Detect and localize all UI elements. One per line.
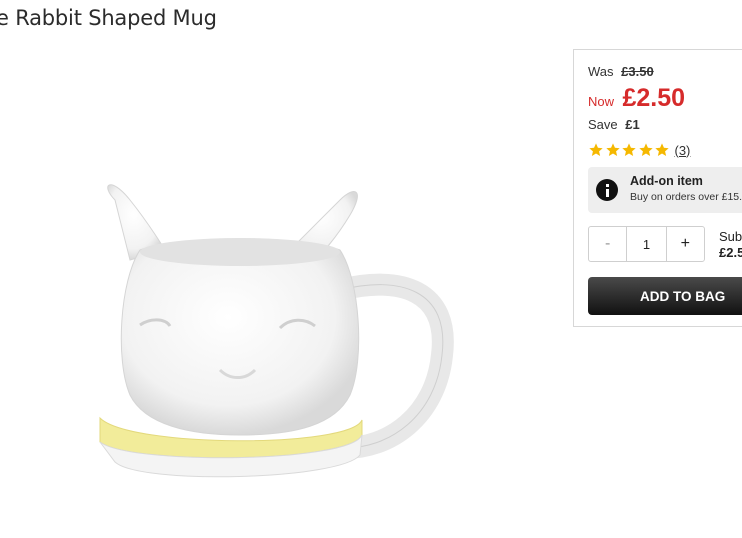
star-rating: (3) [588, 142, 690, 158]
addon-title: Add-on item [630, 174, 703, 188]
was-price-row: Was £3.50 [588, 64, 654, 79]
subtotal-label: Subt [719, 229, 742, 244]
now-price: £2.50 [622, 84, 686, 112]
star-icon [622, 143, 636, 156]
star-icon [605, 143, 620, 156]
was-label: Was [588, 64, 614, 79]
was-price: £3.50 [621, 64, 654, 79]
star-icon [655, 143, 669, 156]
product-image [99, 184, 454, 478]
price-panel: Was £3.50 Now £2.50 Save £1 (3) Add-on i… [573, 49, 742, 327]
decrement-button[interactable]: - [589, 227, 626, 261]
quantity-input[interactable]: 1 [626, 227, 667, 261]
review-count-link[interactable]: (3) [675, 143, 691, 158]
star-icon [638, 143, 653, 156]
save-amount: £1 [625, 117, 640, 132]
now-label: Now [588, 94, 615, 109]
save-row: Save £1 [588, 117, 640, 132]
quantity-stepper: - 1 + [588, 226, 705, 262]
product-title: e Rabbit Shaped Mug [0, 6, 217, 30]
save-label: Save [588, 117, 618, 132]
addon-subtitle: Buy on orders over £15. [630, 191, 742, 203]
info-icon [596, 179, 618, 201]
subtotal-amount: £2.5 [719, 245, 742, 260]
now-price-row: Now £2.50 [588, 84, 685, 113]
addon-notice: Add-on item Buy on orders over £15. [588, 167, 742, 213]
add-to-bag-button[interactable]: ADD TO BAG [588, 277, 742, 315]
star-icon [589, 143, 603, 156]
subtotal: Subt £2.5 [719, 229, 742, 261]
stars [588, 142, 671, 158]
increment-button[interactable]: + [667, 227, 704, 261]
